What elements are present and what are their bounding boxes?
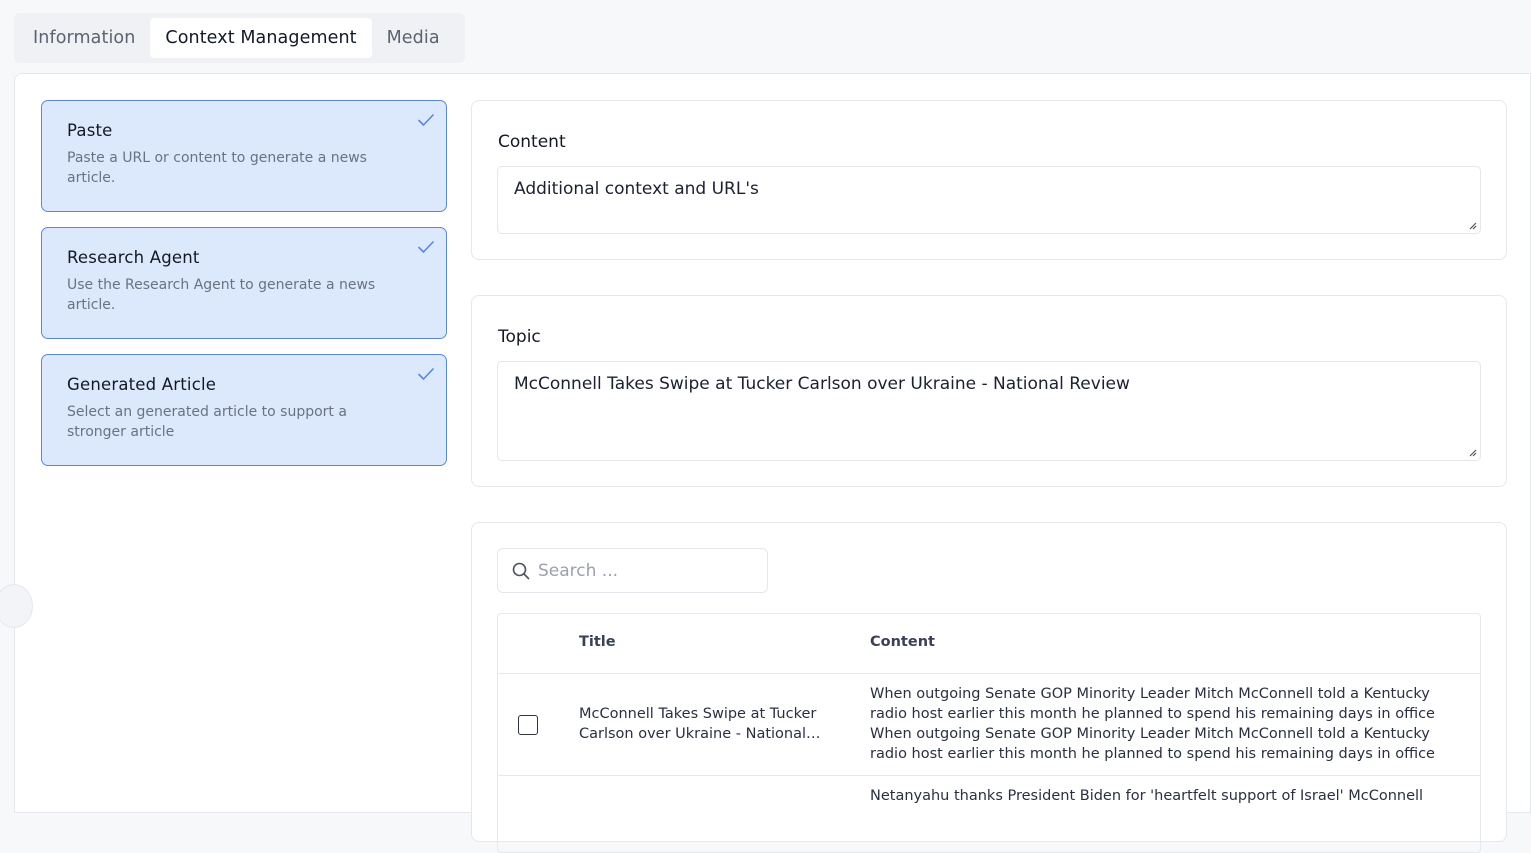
content-card: Content Additional context and URL's — [471, 100, 1507, 260]
check-icon — [418, 241, 434, 253]
option-title: Research Agent — [67, 248, 200, 267]
row-checkbox[interactable] — [518, 715, 538, 735]
content-value: Additional context and URL's — [514, 179, 759, 199]
option-title: Generated Article — [67, 375, 217, 394]
tab-bar: Information Context Management Media — [14, 13, 465, 63]
row-content: When outgoing Senate GOP Minority Leader… — [870, 684, 1460, 764]
row-title: McConnell Takes Swipe at Tucker Carlson … — [579, 706, 817, 742]
search-input[interactable] — [538, 560, 748, 581]
option-research-agent[interactable]: Research Agent Use the Research Agent to… — [41, 227, 447, 339]
table-header: Title Content — [498, 614, 1480, 674]
resize-handle-icon[interactable] — [1467, 447, 1477, 457]
row-content-line: When outgoing Senate GOP Minority Leader… — [870, 726, 1435, 762]
tab-context-management[interactable]: Context Management — [150, 18, 372, 58]
article-table: Title Content McConnell Takes Swipe at T… — [497, 613, 1481, 853]
table-row[interactable]: McConnell Takes Swipe at Tucker Carlson … — [498, 674, 1480, 776]
resize-handle-icon[interactable] — [1467, 220, 1477, 230]
option-description: Use the Research Agent to generate a new… — [67, 277, 376, 313]
search-icon — [512, 562, 530, 579]
row-content-line: Netanyahu thanks President Biden for 'he… — [870, 788, 1424, 804]
table-row[interactable]: Netanyahu thanks President Biden for 'he… — [498, 776, 1480, 852]
column-content: Content — [870, 634, 935, 650]
option-paste[interactable]: Paste Paste a URL or content to generate… — [41, 100, 447, 212]
context-management-panel: Paste Paste a URL or content to generate… — [0, 73, 1531, 853]
option-description: Paste a URL or content to generate a new… — [67, 150, 367, 186]
sidebar-toggle-handle[interactable] — [0, 584, 33, 628]
option-description: Select an generated article to support a… — [67, 404, 347, 440]
row-content: Netanyahu thanks President Biden for 'he… — [870, 786, 1460, 806]
topic-label: Topic — [498, 327, 541, 347]
topic-card: Topic McConnell Takes Swipe at Tucker Ca… — [471, 295, 1507, 487]
search-box[interactable] — [497, 548, 768, 593]
tab-media[interactable]: Media — [372, 18, 455, 58]
content-textarea[interactable]: Additional context and URL's — [497, 166, 1481, 234]
topic-textarea[interactable]: McConnell Takes Swipe at Tucker Carlson … — [497, 361, 1481, 461]
content-label: Content — [498, 132, 566, 152]
option-generated-article[interactable]: Generated Article Select an generated ar… — [41, 354, 447, 466]
option-title: Paste — [67, 121, 113, 140]
row-content-line: When outgoing Senate GOP Minority Leader… — [870, 686, 1435, 722]
article-list-card: Title Content McConnell Takes Swipe at T… — [471, 522, 1507, 853]
topic-value: McConnell Takes Swipe at Tucker Carlson … — [514, 374, 1130, 394]
check-icon — [418, 114, 434, 126]
tab-information[interactable]: Information — [18, 18, 150, 58]
column-title: Title — [579, 634, 616, 650]
check-icon — [418, 368, 434, 380]
